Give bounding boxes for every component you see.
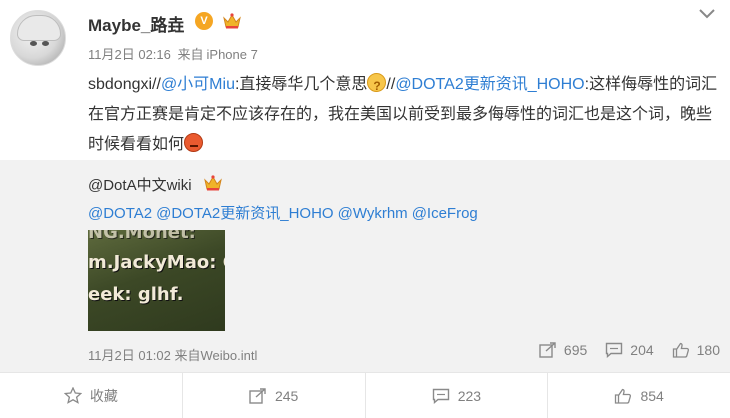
member-crown-icon xyxy=(204,175,222,191)
repost-button-count: 245 xyxy=(274,387,299,404)
thumbnail-text-line: eek: glhf. xyxy=(88,284,184,305)
post-source-prefix: 来自 xyxy=(177,47,204,62)
repost-count: 695 xyxy=(563,342,588,358)
repost-like-stat[interactable]: 180 xyxy=(672,342,720,358)
comment-button[interactable]: 223 xyxy=(366,373,549,418)
comment-icon xyxy=(432,388,449,404)
comment-count: 204 xyxy=(630,342,654,358)
avatar-eye-right xyxy=(42,41,49,46)
comment-button-count: 223 xyxy=(457,387,482,404)
post-meta: 11月2日 02:16 来自 iPhone 7 xyxy=(88,44,261,63)
share-icon xyxy=(249,387,266,404)
repost-meta: 11月2日 01:02 来自Weibo.intl xyxy=(88,345,257,364)
repost-image-thumbnail[interactable]: NG.Monet: m.JackyMao: G eek: glhf. xyxy=(88,230,225,331)
post-source: iPhone 7 xyxy=(206,47,258,62)
angry-emoji-icon xyxy=(184,133,204,152)
like-button-count: 854 xyxy=(640,387,664,404)
mention-link-2[interactable]: @DOTA2更新资讯_HOHO xyxy=(395,76,584,93)
repost-share-stat[interactable]: 695 xyxy=(539,342,587,358)
username[interactable]: Maybe_路垚 xyxy=(88,11,184,36)
action-bar: 收藏 245 223 854 xyxy=(0,372,730,418)
star-icon xyxy=(63,387,82,404)
mention-link-1[interactable]: @小可Miu xyxy=(161,76,235,93)
repost-button[interactable]: 245 xyxy=(183,373,366,418)
repost-mention-link[interactable]: @DOTA2更新资讯_HOHO xyxy=(156,205,333,222)
avatar-eye-left xyxy=(30,41,37,46)
thumbs-up-icon xyxy=(672,342,689,358)
thumbs-up-icon xyxy=(615,388,632,404)
repost-username[interactable]: @DotA中文wiki xyxy=(88,174,192,195)
thumbnail-text-line: NG.Monet: xyxy=(88,230,196,243)
thinking-emoji-icon xyxy=(367,71,387,101)
content-text-2: :直接辱华几个意思 xyxy=(234,76,368,93)
favorite-label: 收藏 xyxy=(89,387,118,404)
content-separator: // xyxy=(386,76,396,93)
favorite-button[interactable]: 收藏 xyxy=(0,373,183,418)
repost-source-prefix: 来自 xyxy=(174,348,201,363)
repost-mention-link[interactable]: @IceFrog xyxy=(412,205,478,222)
chevron-down-icon[interactable] xyxy=(698,8,716,20)
like-count: 180 xyxy=(696,342,720,358)
member-crown-icon xyxy=(223,13,241,29)
repost-card[interactable]: @DotA中文wiki @DOTA2 @DOTA2更新资讯_HOHO @Wykrhm… xyxy=(0,160,730,372)
content-text-1: sbdongxi// xyxy=(88,76,161,93)
post-content: sbdongxi//@小可Miu:直接辱华几个意思 //@DOTA2更新资讯_HO… xyxy=(88,70,718,160)
comment-icon xyxy=(606,342,623,358)
repost-mention-link[interactable]: @DOTA2 xyxy=(88,205,152,222)
repost-source: Weibo.intl xyxy=(200,348,258,363)
repost-stats: 695 204 180 xyxy=(521,342,720,358)
repost-mention-link[interactable]: @Wykrhm xyxy=(338,205,408,222)
avatar[interactable] xyxy=(10,10,66,66)
thumbnail-text-line: m.JackyMao: G xyxy=(88,252,225,273)
share-icon xyxy=(539,342,556,358)
post-time[interactable]: 11月2日 02:16 xyxy=(88,47,171,62)
repost-comment-stat[interactable]: 204 xyxy=(605,342,654,358)
repost-time[interactable]: 11月2日 01:02 xyxy=(88,348,171,363)
avatar-hair xyxy=(17,15,61,41)
like-button[interactable]: 854 xyxy=(548,373,730,418)
verified-badge: V xyxy=(195,12,213,30)
repost-mentions: @DOTA2 @DOTA2更新资讯_HOHO @Wykrhm @IceFrog xyxy=(88,202,482,223)
